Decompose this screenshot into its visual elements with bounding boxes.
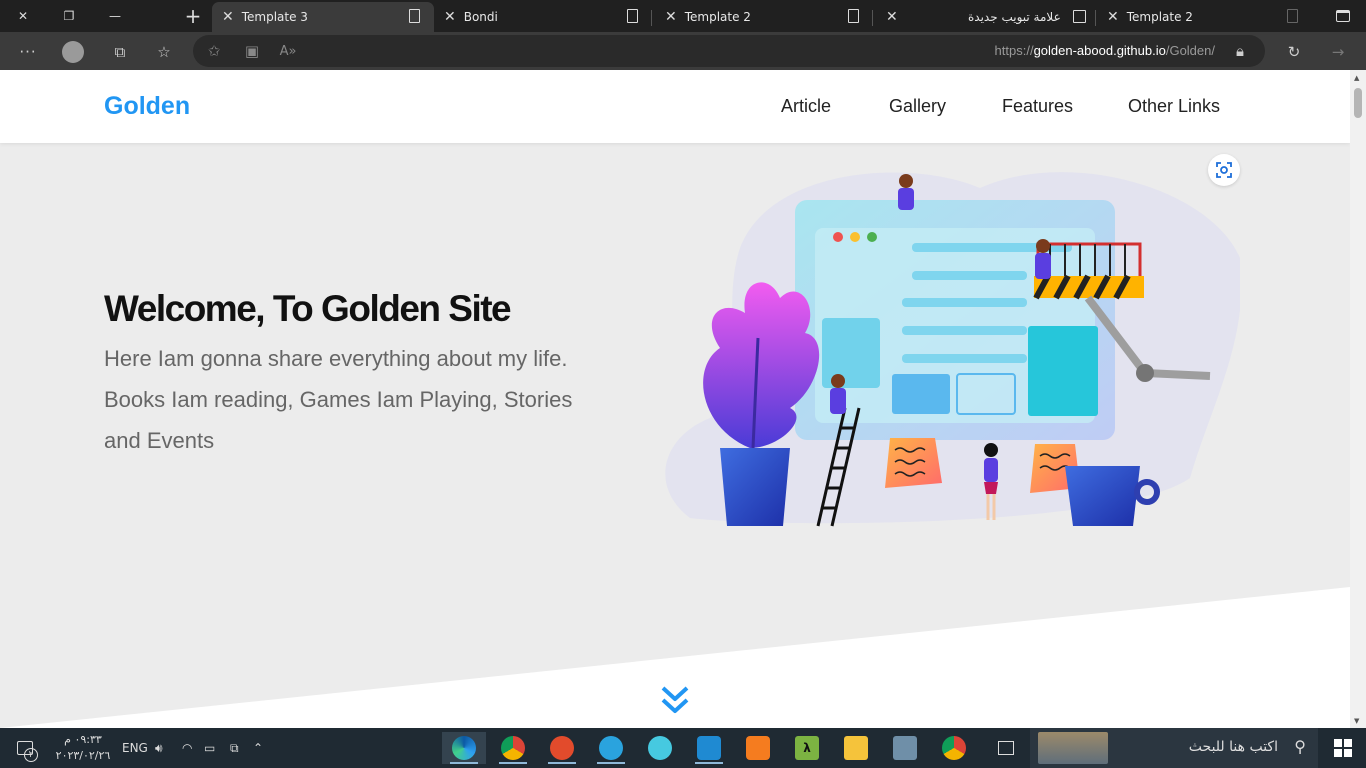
file-explorer-icon[interactable] <box>834 732 878 764</box>
notification-center-icon[interactable]: ٢ <box>10 728 40 768</box>
read-aloud-icon[interactable]: A» <box>277 40 299 62</box>
hero-text: Here Iam gonna share everything about my… <box>104 346 573 453</box>
meet-now-icon[interactable]: ⧉ <box>230 728 239 768</box>
scroll-down-arrow-icon[interactable]: ▼ <box>1354 717 1359 725</box>
web-page: Golden Article Gallery Features Other Li… <box>0 70 1350 728</box>
site-logo[interactable]: Golden <box>104 92 190 121</box>
tab-title: Template 2 <box>684 10 751 24</box>
page-icon <box>848 9 859 23</box>
search-highlight-image <box>1038 732 1108 764</box>
search-placeholder: اكتب هنا للبحث <box>1188 739 1278 755</box>
browser-tab-bar: ✕ ❐ — + ✕ Template 3 ✕ Bondi ✕ Template … <box>0 0 1366 32</box>
page-scrollbar[interactable]: ▲ ▼ <box>1350 70 1366 728</box>
tab-title: Bondi <box>463 10 498 24</box>
tab-template-2[interactable]: ✕ Template 2 <box>655 2 873 32</box>
hero-illustration <box>665 172 1240 527</box>
url-bar[interactable]: ✩ ▣ A» https://golden-abood.github.io/Go… <box>193 35 1265 67</box>
refresh-icon[interactable]: ↻ <box>1283 41 1305 63</box>
tab-close-icon[interactable]: ✕ <box>886 9 898 25</box>
tab-close-icon[interactable]: ✕ <box>1107 9 1119 25</box>
tab-title: Template 3 <box>241 10 308 24</box>
tab-close-icon[interactable]: ✕ <box>444 9 456 25</box>
hero-title: Welcome, To Golden Site <box>104 288 512 329</box>
xampp-icon[interactable] <box>736 732 780 764</box>
tab-bondi[interactable]: ✕ Bondi <box>434 2 652 32</box>
vscode-icon[interactable] <box>687 732 731 764</box>
nav-gallery[interactable]: Gallery <box>889 96 946 117</box>
language-indicator[interactable]: ENG <box>122 728 148 768</box>
nav-features[interactable]: Features <box>1002 96 1073 117</box>
laptop-icon[interactable] <box>883 732 927 764</box>
task-view-icon[interactable] <box>984 732 1028 764</box>
battery-icon[interactable]: ▭ <box>204 728 215 768</box>
postman-icon[interactable] <box>540 732 584 764</box>
lock-icon[interactable]: 🔒︎ <box>1229 40 1251 62</box>
address-toolbar: ··· ⧉ ☆ ✩ ▣ A» https://golden-abood.gith… <box>0 32 1366 70</box>
telegram-icon[interactable] <box>589 732 633 764</box>
scroll-up-icon[interactable]: ▲ <box>1354 74 1359 82</box>
new-tab-page-icon <box>1073 10 1086 23</box>
tab-template-2b[interactable]: ✕ Template 2 <box>1097 2 1312 32</box>
new-tab-icon[interactable]: + <box>180 4 206 28</box>
page-icon <box>1287 9 1298 23</box>
tab-title: Template 2 <box>1126 10 1193 24</box>
clock-date: ٢٠٢٣/٠٢/٢٦ <box>55 749 111 762</box>
immersive-reader-icon[interactable]: ▣ <box>241 40 263 62</box>
collections-icon[interactable]: ⧉ <box>109 41 131 63</box>
page-icon <box>409 9 420 23</box>
notification-count: ٢ <box>24 748 38 762</box>
clock[interactable]: ٠٩:٣٣ م ٢٠٢٣/٠٢/٢٦ <box>48 728 118 768</box>
tab-close-icon[interactable]: ✕ <box>665 9 677 25</box>
lambda-icon[interactable]: λ <box>785 732 829 764</box>
chrome-icon[interactable] <box>491 732 535 764</box>
electron-icon[interactable] <box>638 732 682 764</box>
page-icon <box>627 9 638 23</box>
favorites-icon[interactable]: ☆ <box>153 41 175 63</box>
clock-time: ٠٩:٣٣ م <box>64 733 102 746</box>
extensions-icon[interactable]: ✩ <box>203 40 225 62</box>
volume-icon[interactable]: 🔊︎ <box>155 728 163 768</box>
tab-template-3[interactable]: ✕ Template 3 <box>212 2 434 32</box>
visual-search-icon[interactable] <box>1208 154 1240 186</box>
show-hidden-icons-icon[interactable]: ⌃ <box>253 728 263 768</box>
restore-icon[interactable]: ❐ <box>56 4 82 28</box>
chrome-icon[interactable] <box>932 732 976 764</box>
site-header: Golden Article Gallery Features Other Li… <box>0 70 1350 143</box>
nav-other-links[interactable]: Other Links <box>1128 96 1220 117</box>
more-icon[interactable]: ··· <box>17 41 39 63</box>
tab-close-icon[interactable]: ✕ <box>222 9 234 25</box>
forward-icon[interactable]: → <box>1327 41 1349 63</box>
wifi-icon[interactable]: ◠ <box>182 728 192 768</box>
edge-icon[interactable] <box>442 732 486 764</box>
close-window-icon[interactable]: ✕ <box>10 4 36 28</box>
scroll-thumb[interactable] <box>1354 88 1362 118</box>
scroll-down-icon[interactable] <box>660 685 690 717</box>
taskbar-search[interactable]: اكتب هنا للبحث ⚲ <box>1030 728 1318 768</box>
windows-taskbar: ٢ ٠٩:٣٣ م ٢٠٢٣/٠٢/٢٦ ENG 🔊︎ ◠ ▭ ⧉ ⌃ λ اك… <box>0 728 1366 768</box>
minimize-icon[interactable]: — <box>102 4 128 28</box>
search-icon: ⚲ <box>1294 737 1306 756</box>
url-text[interactable]: https://golden-abood.github.io/Golden/ <box>995 43 1215 58</box>
tab-actions-icon[interactable] <box>1330 4 1356 28</box>
nav-article[interactable]: Article <box>781 96 831 117</box>
profile-icon[interactable] <box>62 41 84 63</box>
tab-new-tab[interactable]: ✕ علامة تبويب جديدة <box>876 2 1096 32</box>
tab-title: علامة تبويب جديدة <box>968 10 1061 24</box>
windows-start-icon[interactable] <box>1320 732 1366 764</box>
